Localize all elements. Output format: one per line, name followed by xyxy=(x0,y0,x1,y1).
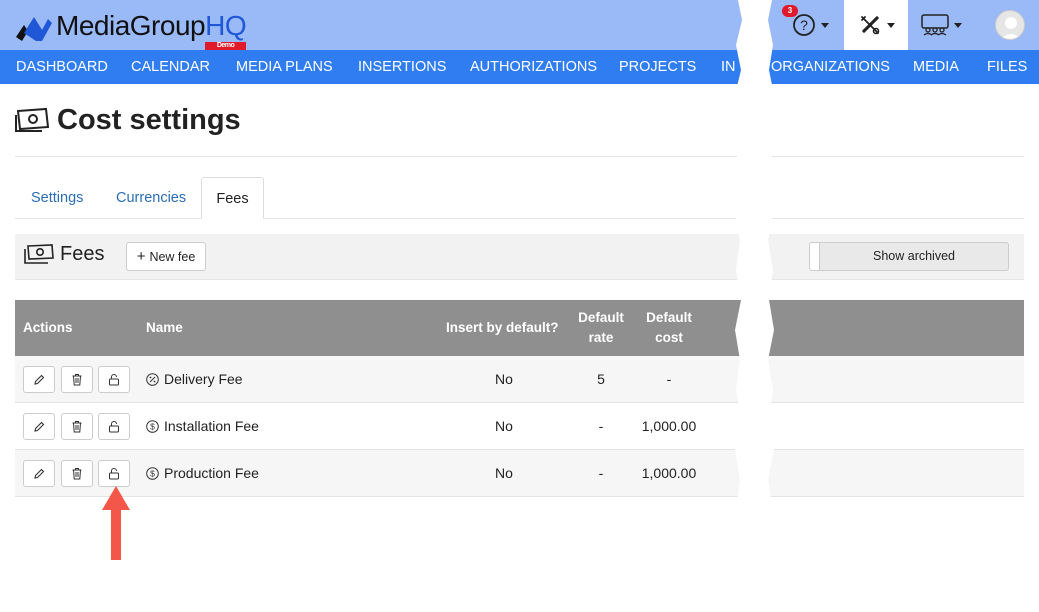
nav-files[interactable]: FILES xyxy=(987,50,1027,84)
delete-button[interactable] xyxy=(61,366,93,393)
delete-button[interactable] xyxy=(61,460,93,487)
default-cost-cell: - xyxy=(666,371,672,387)
edit-button[interactable] xyxy=(23,460,55,487)
edit-button[interactable] xyxy=(23,366,55,393)
new-fee-label: New fee xyxy=(149,249,196,264)
help-icon: ? xyxy=(792,14,815,36)
fee-name-cell: Delivery Fee xyxy=(146,356,243,403)
trash-icon xyxy=(72,374,82,386)
team-menu[interactable] xyxy=(909,0,973,50)
tab-fees[interactable]: Fees xyxy=(201,177,264,219)
default-rate-cell: - xyxy=(598,418,604,434)
unlock-icon xyxy=(109,421,119,433)
user-avatar-icon xyxy=(1000,17,1022,39)
archive-lock-button[interactable] xyxy=(98,460,130,487)
insert-default-cell: No xyxy=(495,465,513,481)
header-name: Name xyxy=(146,320,183,335)
trash-icon xyxy=(72,421,82,433)
dollar-icon: $ xyxy=(146,420,159,433)
tabs-divider xyxy=(15,218,201,219)
nav-authorizations[interactable]: AUTHORIZATIONS xyxy=(470,50,597,84)
money-icon xyxy=(15,107,50,132)
tabs-divider xyxy=(264,218,1024,219)
header-default-rate: Default rate xyxy=(578,310,624,345)
delete-button[interactable] xyxy=(61,413,93,440)
new-fee-button[interactable]: + New fee xyxy=(126,242,206,271)
header-insert-default: Insert by default? xyxy=(446,320,559,335)
table-row: Delivery Fee No 5 - xyxy=(15,356,1024,403)
user-menu[interactable] xyxy=(990,0,1030,50)
tools-menu[interactable] xyxy=(844,0,908,50)
insert-default-cell: No xyxy=(495,371,513,387)
nav-projects[interactable]: PROJECTS xyxy=(619,50,696,84)
logo-text: MediaGroupHQ Demo xyxy=(56,10,247,50)
default-cost-cell: 1,000.00 xyxy=(641,465,697,481)
team-icon xyxy=(920,14,949,36)
nav-dashboard[interactable]: DASHBOARD xyxy=(16,50,108,84)
title-divider xyxy=(15,156,1024,157)
fee-name-cell: $ Installation Fee xyxy=(146,403,259,450)
insert-default-cell: No xyxy=(495,418,513,434)
fee-name: Production Fee xyxy=(164,465,259,481)
logo-demo-badge: Demo xyxy=(205,42,247,50)
dollar-icon: $ xyxy=(146,467,159,480)
trash-icon xyxy=(72,468,82,480)
nav-media-plans[interactable]: MEDIA PLANS xyxy=(236,50,333,84)
avatar xyxy=(995,10,1025,40)
svg-text:$: $ xyxy=(150,422,155,432)
svg-text:$: $ xyxy=(150,469,155,479)
chevron-down-icon xyxy=(953,22,962,28)
pencil-icon xyxy=(34,374,45,385)
unlock-icon xyxy=(109,374,119,386)
edit-button[interactable] xyxy=(23,413,55,440)
archive-lock-button[interactable] xyxy=(98,366,130,393)
show-archived-label: Show archived xyxy=(873,249,955,263)
percent-icon xyxy=(146,373,159,386)
chevron-down-icon xyxy=(886,22,895,28)
tab-settings[interactable]: Settings xyxy=(31,177,83,219)
nav-media[interactable]: MEDIA xyxy=(913,50,959,84)
archive-lock-button[interactable] xyxy=(98,413,130,440)
logo-mark-icon xyxy=(16,17,52,41)
fee-name: Installation Fee xyxy=(164,418,259,434)
header-actions: Actions xyxy=(23,320,73,335)
fee-name-cell: $ Production Fee xyxy=(146,450,259,497)
default-rate-cell: 5 xyxy=(597,371,605,387)
header-default-cost: Default cost xyxy=(646,310,692,345)
page-title: Cost settings xyxy=(57,104,241,136)
default-cost-cell: 1,000.00 xyxy=(641,418,697,434)
fee-name: Delivery Fee xyxy=(164,371,243,387)
chevron-down-icon xyxy=(820,22,829,28)
table-row: $ Production Fee No - 1,000.00 xyxy=(15,450,1024,497)
pencil-icon xyxy=(34,421,45,432)
notification-badge: 3 xyxy=(782,5,798,17)
default-rate-cell: - xyxy=(598,465,604,481)
fees-section-title: Fees xyxy=(60,243,105,265)
svg-text:?: ? xyxy=(800,17,808,33)
annotation-arrow xyxy=(102,486,130,560)
nav-organizations[interactable]: ORGANIZATIONS xyxy=(771,50,890,84)
tools-icon xyxy=(860,16,879,35)
torn-edge xyxy=(735,0,774,612)
nav-insertions[interactable]: INSERTIONS xyxy=(358,50,446,84)
unlock-icon xyxy=(109,468,119,480)
plus-icon: + xyxy=(136,248,146,265)
money-icon xyxy=(24,244,54,264)
tab-currencies[interactable]: Currencies xyxy=(116,177,186,219)
toggle-knob xyxy=(810,243,820,270)
table-row: $ Installation Fee No - 1,000.00 xyxy=(15,403,1024,450)
app-logo[interactable]: MediaGroupHQ Demo xyxy=(14,8,247,50)
pencil-icon xyxy=(34,468,45,479)
nav-calendar[interactable]: CALENDAR xyxy=(131,50,210,84)
show-archived-toggle[interactable]: Show archived xyxy=(809,242,1009,271)
